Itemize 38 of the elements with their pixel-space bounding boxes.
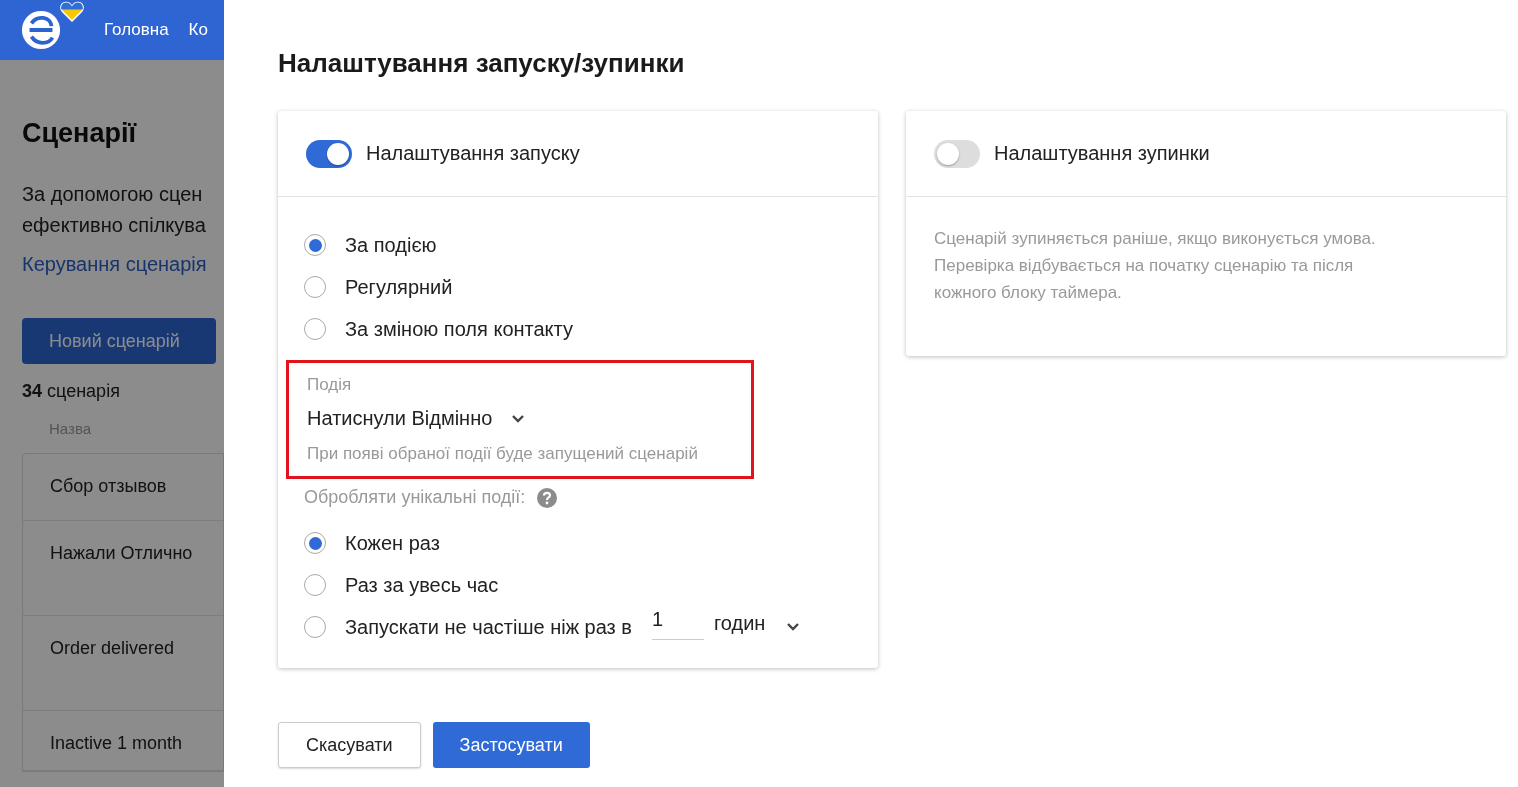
card-title: Налаштування зупинки	[994, 142, 1210, 165]
option-label: За подією	[345, 233, 437, 257]
table-cell[interactable]: Нажали Отлично	[50, 543, 193, 563]
event-dropdown[interactable]: Натиснули Відмінно	[307, 407, 735, 430]
table-cell[interactable]: Inactive 1 month	[50, 733, 183, 753]
card-title: Налаштування запуску	[366, 142, 580, 165]
section-label: Обробляти унікальні події:	[304, 487, 526, 508]
column-header: Назва	[49, 420, 93, 437]
count-label: сценарія	[47, 381, 120, 401]
field-hint: При появі обраної події буде запущений сценарій	[307, 444, 699, 464]
page-title: Сценарії	[22, 118, 138, 149]
logo-icon[interactable]	[20, 9, 62, 51]
manage-link[interactable]: Керування сценарія	[22, 253, 224, 276]
nav-link[interactable]: Ко	[188, 20, 208, 40]
new-scenario-button[interactable]: Новий сценарій	[22, 318, 216, 364]
table-cell[interactable]: Order delivered	[50, 638, 175, 658]
description-text: ефективно спілкува	[22, 213, 207, 238]
option-label: Запускати не частіше ніж раз в	[345, 615, 632, 639]
option-label: За зміною поля контакту	[345, 317, 573, 341]
cancel-button[interactable]: Скасувати	[278, 722, 421, 768]
description-text: За допомогою сцен	[22, 182, 204, 207]
chevron-down-icon	[512, 414, 525, 423]
option-label: Кожен раз	[345, 531, 440, 555]
nav-link[interactable]: Головна	[104, 20, 169, 40]
chevron-down-icon[interactable]	[787, 623, 800, 631]
toggle-switch[interactable]	[306, 139, 352, 168]
field-label: Подія	[307, 375, 353, 395]
apply-button[interactable]: Застосувати	[432, 722, 590, 768]
unit-dropdown[interactable]: годин	[713, 611, 766, 635]
table-cell[interactable]: Сбор отзывов	[50, 476, 167, 496]
interval-input[interactable]: 1	[651, 608, 704, 640]
toggle-switch[interactable]	[934, 139, 980, 168]
help-icon[interactable]	[537, 487, 558, 508]
option-label: Раз за увесь час	[345, 573, 499, 597]
count-number: 34	[22, 381, 43, 401]
option-label: Регулярний	[345, 275, 453, 299]
stop-description: Сценарій зупиняється раніше, якщо виконується умова. Перевірка відбувається на початку сценарію та після кожного блоку таймера.	[934, 228, 1377, 304]
drawer-title: Налаштування запуску/зупинки	[278, 48, 686, 79]
